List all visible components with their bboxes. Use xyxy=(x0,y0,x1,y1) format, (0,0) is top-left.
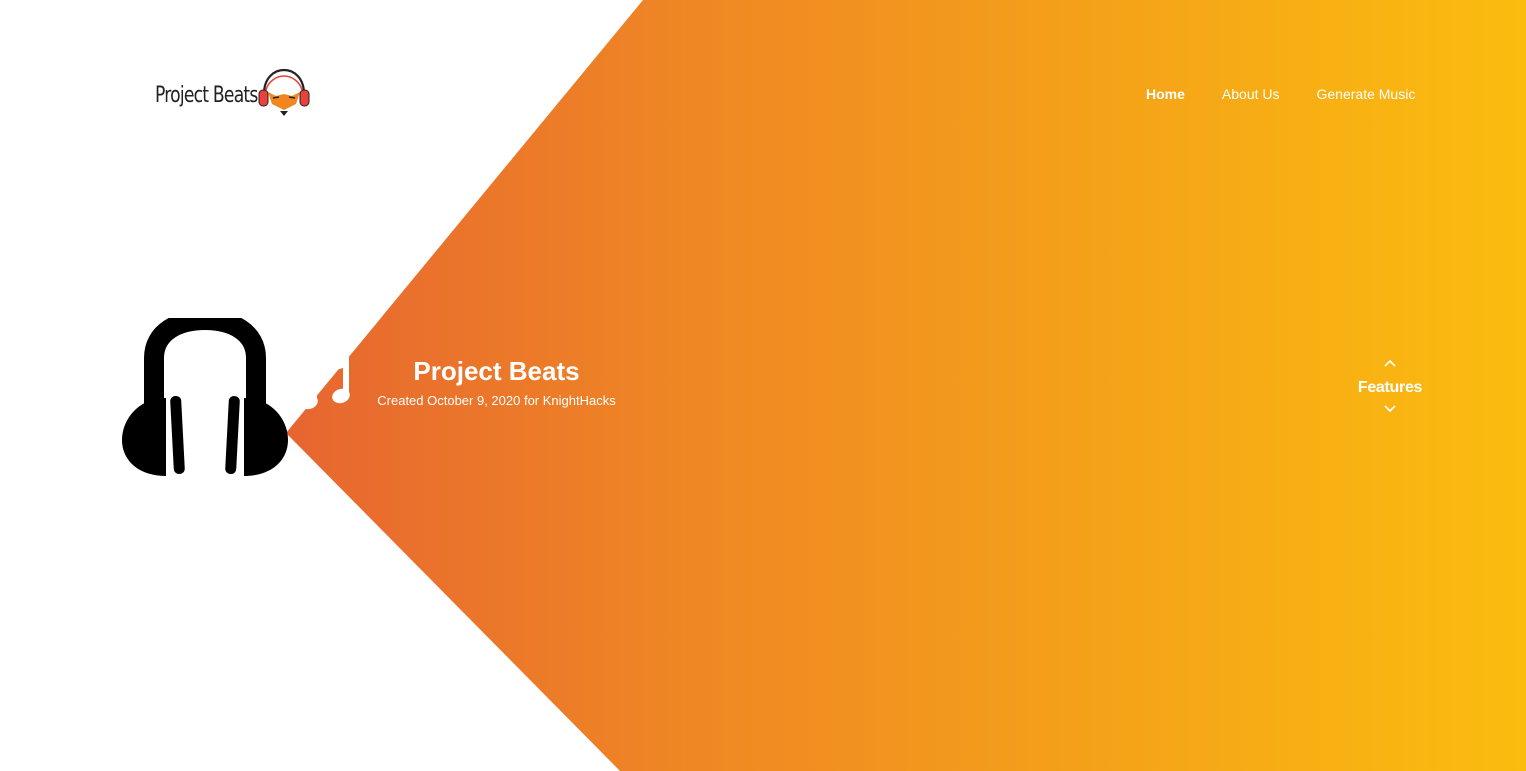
features-nav: Features xyxy=(1340,358,1440,438)
nav-generate-music[interactable]: Generate Music xyxy=(1317,85,1416,103)
features-link[interactable]: Features xyxy=(1340,378,1440,398)
headphones-icon xyxy=(122,318,288,476)
chevron-up-icon[interactable] xyxy=(1383,358,1397,368)
main-nav: Home About Us Generate Music xyxy=(1146,85,1415,103)
hero-subtitle: Created October 9, 2020 for KnightHacks xyxy=(377,393,616,408)
logo[interactable]: Project Beats xyxy=(155,66,325,120)
page: Project Beats Home About Us Generate Mus… xyxy=(0,0,1526,771)
nav-home[interactable]: Home xyxy=(1146,85,1185,103)
hero-title: Project Beats xyxy=(413,356,580,386)
music-note-icon xyxy=(300,355,350,410)
header: Project Beats Home About Us Generate Mus… xyxy=(0,0,1526,190)
headphones-fox-icon xyxy=(258,68,310,116)
nav-about-us[interactable]: About Us xyxy=(1222,85,1280,103)
chevron-down-icon[interactable] xyxy=(1383,404,1397,414)
logo-text: Project Beats xyxy=(155,82,258,108)
